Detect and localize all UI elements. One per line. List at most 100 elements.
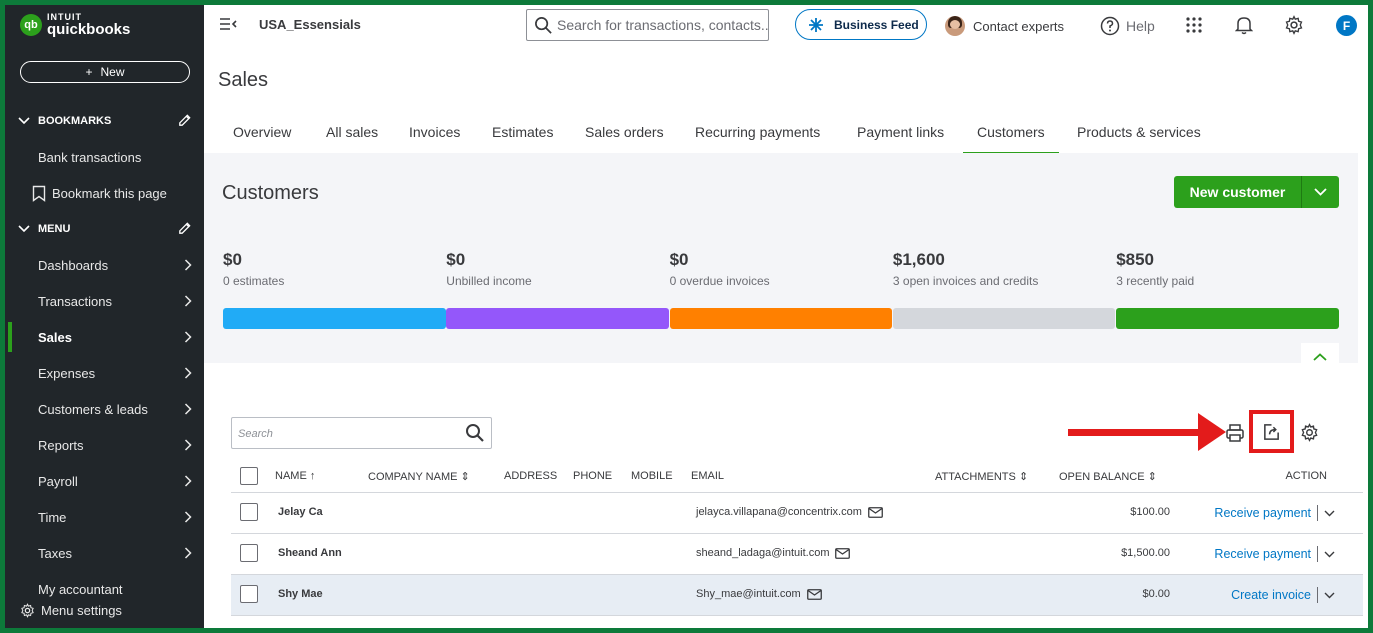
customer-email-cell: Shy_mae@intuit.com <box>696 588 822 600</box>
tab-all-sales[interactable]: All sales <box>326 124 378 152</box>
edit-pencil-icon[interactable] <box>177 221 192 236</box>
chevron-down-icon <box>18 117 30 125</box>
tab-products-services[interactable]: Products & services <box>1077 124 1201 152</box>
table-row[interactable]: Shy Mae Shy_mae@intuit.com $0.00 Create inv… <box>231 575 1363 616</box>
row-action-link[interactable]: Create invoice <box>1231 588 1311 602</box>
table-settings-gear-icon[interactable] <box>1300 423 1319 442</box>
row-checkbox[interactable] <box>240 544 258 562</box>
chevron-down-icon[interactable] <box>1324 551 1335 558</box>
money-bar-segment[interactable] <box>446 308 669 329</box>
customer-name[interactable]: Sheand Ann <box>278 547 342 559</box>
user-avatar[interactable]: F <box>1336 15 1357 36</box>
contact-experts-button[interactable]: Contact experts <box>945 16 1064 36</box>
column-header-name[interactable]: NAME ↑ <box>275 470 315 482</box>
menu-settings-button[interactable]: Menu settings <box>20 603 200 618</box>
business-feed-button[interactable]: Business Feed <box>795 9 927 40</box>
sidebar-item-my-accountant[interactable]: My accountant <box>5 574 204 604</box>
column-header-email: EMAIL <box>691 470 725 482</box>
sidebar-item-taxes[interactable]: Taxes <box>5 538 204 568</box>
bell-icon[interactable] <box>1235 15 1253 35</box>
gear-icon[interactable] <box>1284 15 1304 35</box>
apps-grid-icon[interactable] <box>1186 17 1202 33</box>
row-checkbox[interactable] <box>240 503 258 521</box>
table-row[interactable]: Jelay Ca jelayca.villapana@concentrix.com… <box>231 493 1363 534</box>
chevron-right-icon <box>184 547 192 559</box>
money-bar-stat[interactable]: $0 0 estimates <box>223 250 284 288</box>
collapse-money-bar-button[interactable] <box>1301 343 1339 371</box>
sidebar-item-dashboards[interactable]: Dashboards <box>5 250 204 280</box>
customer-email-cell: jelayca.villapana@concentrix.com <box>696 506 883 518</box>
collapse-menu-icon[interactable] <box>219 17 237 31</box>
new-customer-button[interactable]: New customer <box>1174 176 1339 208</box>
tab-sales-orders[interactable]: Sales orders <box>585 124 664 152</box>
customer-email: sheand_ladaga@intuit.com <box>696 547 830 559</box>
sidebar-item-label: Taxes <box>38 545 72 561</box>
annotation-arrow-head <box>1198 413 1226 451</box>
money-bar-segment[interactable] <box>223 308 446 329</box>
sidebar-bookmark-bank-transactions[interactable]: Bank transactions <box>5 142 204 172</box>
help-icon <box>1100 16 1120 36</box>
row-action-link[interactable]: Receive payment <box>1214 547 1311 561</box>
export-icon[interactable] <box>1262 423 1281 442</box>
money-bar-segment[interactable] <box>892 308 1116 329</box>
print-icon[interactable] <box>1225 423 1245 443</box>
tab-estimates[interactable]: Estimates <box>492 124 553 152</box>
sidebar-item-expenses[interactable]: Expenses <box>5 358 204 388</box>
sidebar-item-sales[interactable]: Sales <box>5 322 204 352</box>
money-bar-stat[interactable]: $850 3 recently paid <box>1116 250 1194 288</box>
new-customer-dropdown[interactable] <box>1302 188 1339 196</box>
sidebar-item-transactions[interactable]: Transactions <box>5 286 204 316</box>
tab-payment-links[interactable]: Payment links <box>857 124 944 152</box>
quickbooks-logo[interactable]: qb INTUIT quickbooks <box>20 13 130 37</box>
sidebar-item-reports[interactable]: Reports <box>5 430 204 460</box>
contact-experts-label: Contact experts <box>973 18 1065 34</box>
sidebar-item-payroll[interactable]: Payroll <box>5 466 204 496</box>
bookmarks-header[interactable]: BOOKMARKS <box>5 111 204 131</box>
sidebar-item-label: Expenses <box>38 365 96 381</box>
stat-amount: $0 <box>223 250 242 269</box>
money-bar-stat[interactable]: $0 0 overdue invoices <box>670 250 770 288</box>
menu-header[interactable]: MENU <box>5 219 204 239</box>
mail-icon[interactable] <box>806 588 822 600</box>
customer-email: Shy_mae@intuit.com <box>696 588 801 600</box>
company-name[interactable]: USA_Essensials <box>259 17 361 32</box>
table-row[interactable]: Sheand Ann sheand_ladaga@intuit.com $1,500… <box>231 534 1363 575</box>
new-button[interactable]: + New <box>20 61 190 83</box>
money-bar-stat[interactable]: $1,600 3 open invoices and credits <box>893 250 1038 288</box>
sidebar-item-time[interactable]: Time <box>5 502 204 532</box>
global-search-input[interactable]: Search for transactions, contacts... <box>526 9 769 41</box>
sidebar-item-label: Transactions <box>38 293 112 309</box>
tab-customers[interactable]: Customers <box>963 124 1059 155</box>
money-bar-segment[interactable] <box>1116 308 1339 329</box>
sidebar-bookmark-this-page[interactable]: Bookmark this page <box>5 178 204 208</box>
column-header-company[interactable]: COMPANY NAME ⇕ <box>368 470 470 483</box>
mail-icon[interactable] <box>867 506 883 518</box>
select-all-checkbox[interactable] <box>240 467 258 485</box>
chevron-right-icon <box>184 403 192 415</box>
row-action-link[interactable]: Receive payment <box>1214 506 1311 520</box>
customer-name[interactable]: Jelay Ca <box>278 506 323 518</box>
money-bar-segment[interactable] <box>669 308 893 329</box>
row-checkbox[interactable] <box>240 585 258 603</box>
customer-search-input[interactable]: Search <box>231 417 492 449</box>
help-button[interactable]: Help <box>1100 16 1155 36</box>
sidebar-item-label: Payroll <box>38 473 78 489</box>
column-header-open-balance[interactable]: OPEN BALANCE ⇕ <box>1059 470 1157 483</box>
chevron-down-icon[interactable] <box>1324 592 1335 599</box>
column-header-attachments[interactable]: ATTACHMENTS ⇕ <box>935 470 1028 483</box>
tab-overview[interactable]: Overview <box>233 124 291 152</box>
customer-search-placeholder: Search <box>238 428 273 440</box>
sidebar-item-customers-leads[interactable]: Customers & leads <box>5 394 204 424</box>
tab-invoices[interactable]: Invoices <box>409 124 460 152</box>
customer-name[interactable]: Shy Mae <box>278 588 323 600</box>
chevron-down-icon[interactable] <box>1324 510 1335 517</box>
edit-pencil-icon[interactable] <box>177 113 192 128</box>
stat-label: 3 recently paid <box>1116 274 1195 288</box>
mail-icon[interactable] <box>835 547 851 559</box>
action-divider <box>1317 505 1318 521</box>
action-divider <box>1317 546 1318 562</box>
money-bar-stat[interactable]: $0 Unbilled income <box>446 250 531 288</box>
action-divider <box>1317 587 1318 603</box>
customers-summary-panel: Customers New customer $0 0 estimates $0 Un… <box>204 153 1358 371</box>
tab-recurring-payments[interactable]: Recurring payments <box>695 124 820 152</box>
